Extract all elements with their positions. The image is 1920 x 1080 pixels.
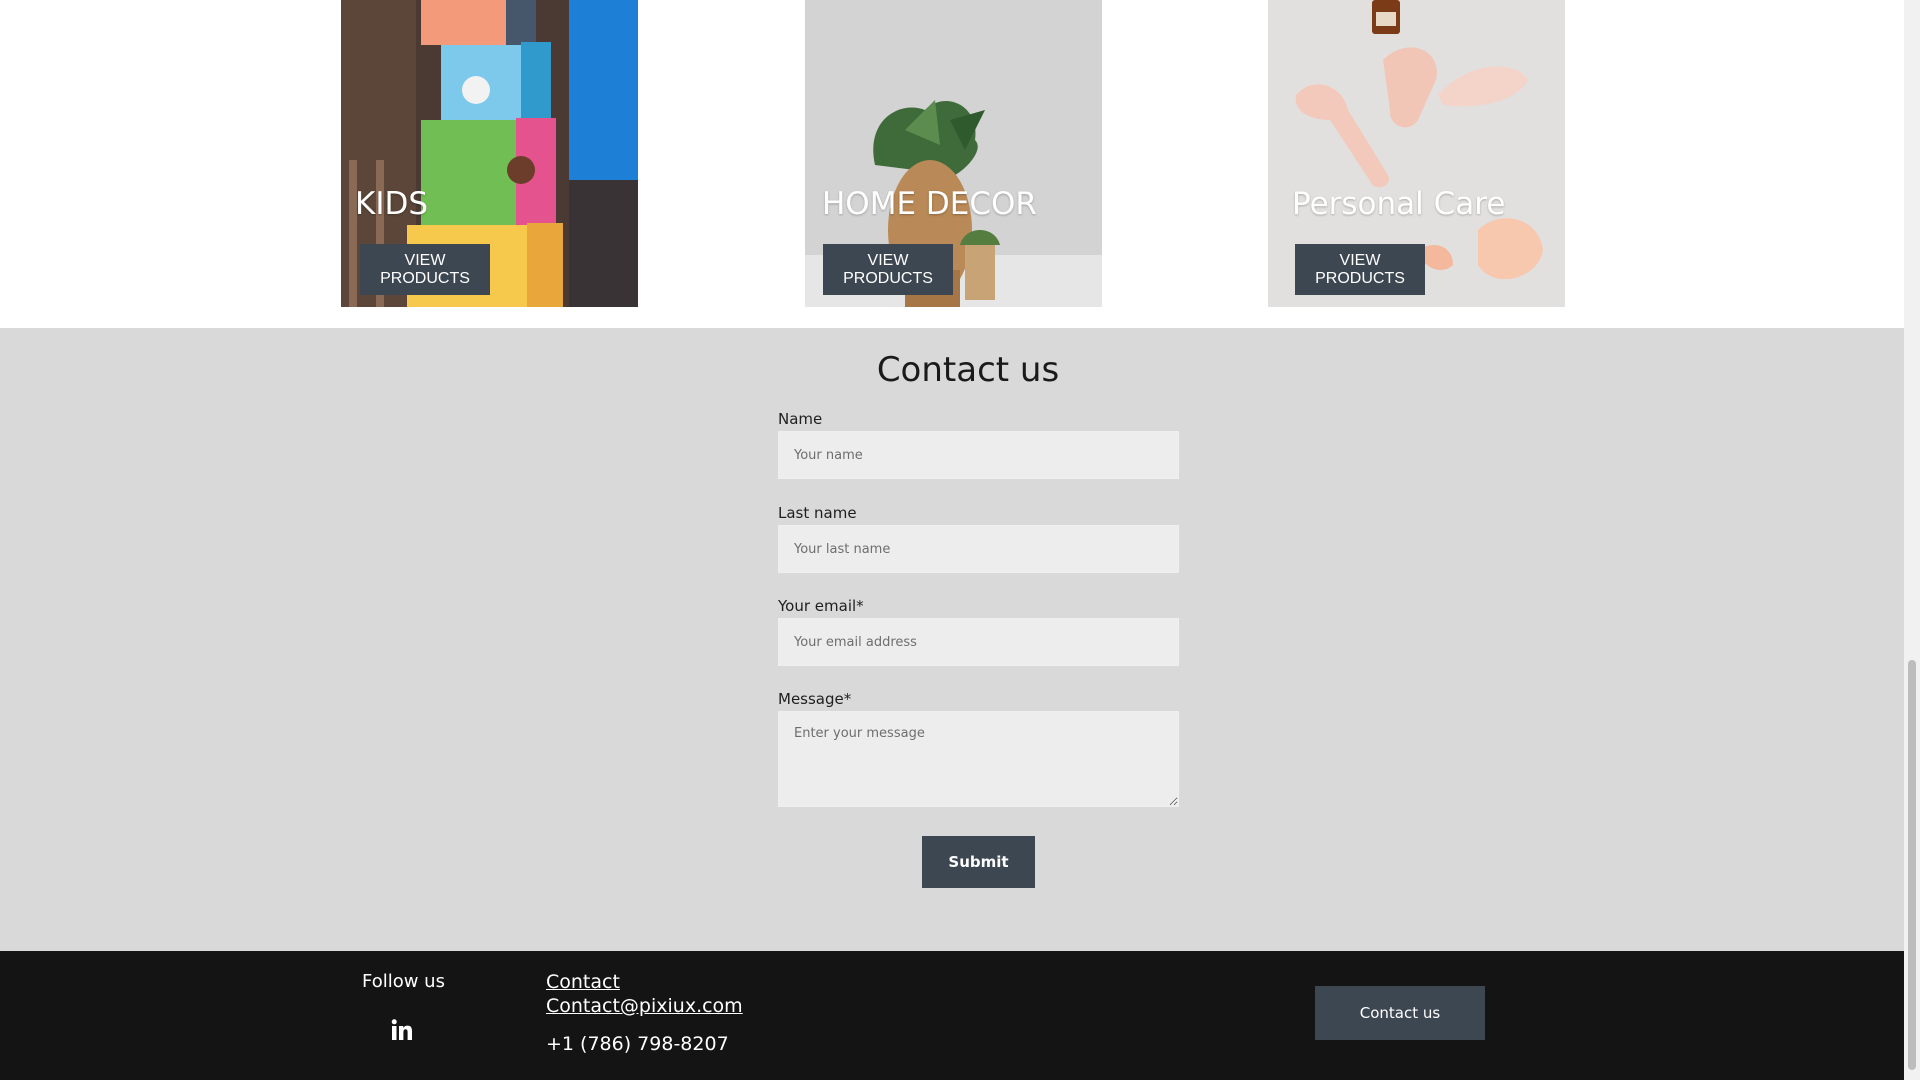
linkedin-icon[interactable] xyxy=(390,1018,414,1042)
name-input[interactable] xyxy=(778,431,1179,479)
last-name-label: Last name xyxy=(778,504,857,522)
email-label: Your email* xyxy=(778,597,864,615)
view-products-button-home-decor[interactable]: VIEW PRODUCTS xyxy=(823,244,953,295)
contact-section: Contact us Name Last name Your email* Me… xyxy=(0,328,1904,951)
category-card-personal-care: Personal Care VIEW PRODUCTS xyxy=(1268,0,1565,307)
view-products-button-kids[interactable]: VIEW PRODUCTS xyxy=(360,244,490,295)
message-label: Message* xyxy=(778,690,852,708)
email-input[interactable] xyxy=(778,618,1179,666)
phone-number: +1 (786) 798-8207 xyxy=(546,1033,729,1055)
footer-contact-us-button[interactable]: Contact us xyxy=(1315,986,1485,1040)
category-title: Personal Care xyxy=(1292,186,1506,222)
message-textarea[interactable] xyxy=(778,711,1179,807)
category-title: HOME DECOR xyxy=(822,186,1037,222)
category-section: KIDS VIEW PRODUCTS HOME DECOR VIEW PRODU… xyxy=(0,0,1904,328)
category-title: KIDS xyxy=(355,186,429,222)
contact-heading: Contact us xyxy=(876,350,1060,390)
name-label: Name xyxy=(778,410,823,428)
submit-button[interactable]: Submit xyxy=(922,836,1035,888)
view-products-button-personal-care[interactable]: VIEW PRODUCTS xyxy=(1295,244,1425,295)
last-name-input[interactable] xyxy=(778,525,1179,573)
category-card-home-decor: HOME DECOR VIEW PRODUCTS xyxy=(805,0,1102,307)
footer: Follow us Contact Contact@pixiux.com +1 … xyxy=(0,951,1904,1080)
category-card-kids: KIDS VIEW PRODUCTS xyxy=(341,0,638,307)
email-link[interactable]: Contact@pixiux.com xyxy=(546,995,743,1017)
scrollbar-thumb[interactable] xyxy=(1908,660,1916,1070)
contact-link[interactable]: Contact xyxy=(546,971,620,993)
follow-us-label: Follow us xyxy=(362,971,445,992)
page-scrollbar[interactable] xyxy=(1904,0,1920,1080)
